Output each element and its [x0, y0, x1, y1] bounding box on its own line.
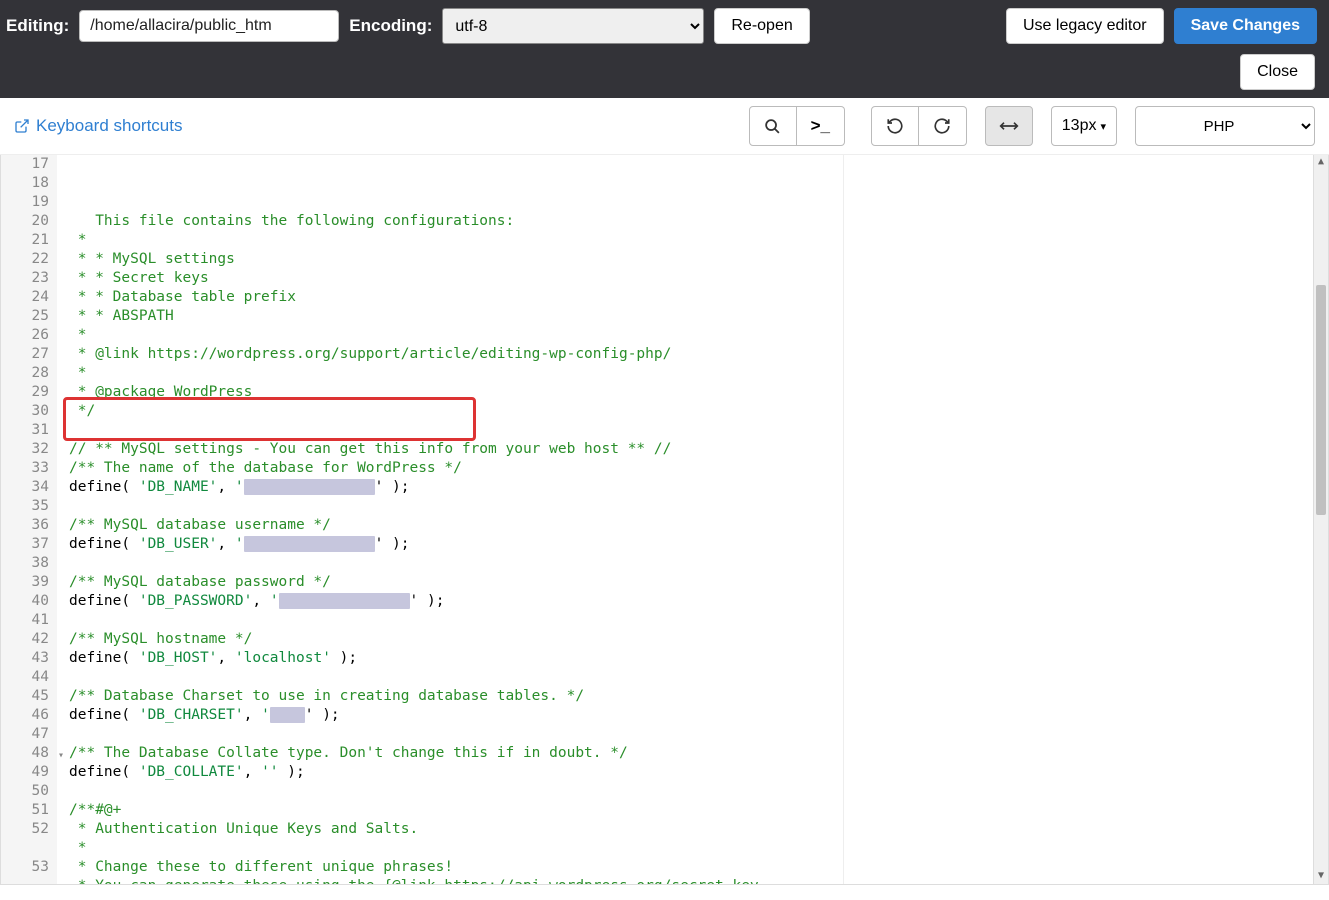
fontsize-label: 13px: [1062, 117, 1097, 135]
chevron-down-icon: ▾: [1100, 120, 1106, 133]
encoding-select[interactable]: utf-8: [442, 8, 704, 44]
fontsize-button[interactable]: 13px ▾: [1051, 106, 1117, 146]
undo-icon: [886, 117, 904, 135]
scroll-thumb[interactable]: [1316, 285, 1326, 515]
file-path-input[interactable]: [79, 10, 339, 42]
close-button[interactable]: Close: [1240, 54, 1315, 90]
redo-icon: [933, 117, 951, 135]
scroll-down-arrow[interactable]: ▼: [1314, 869, 1328, 884]
wrap-icon: [999, 119, 1019, 133]
wrap-toggle-button[interactable]: [985, 106, 1033, 146]
editor-toolbar: Keyboard shortcuts >_ 13px ▾ PHP: [0, 98, 1329, 155]
code-editor[interactable]: 1718192021222324252627282930313233343536…: [0, 155, 1329, 885]
terminal-button[interactable]: >_: [797, 106, 845, 146]
encoding-label: Encoding:: [349, 16, 432, 36]
external-link-icon: [14, 118, 30, 134]
keyboard-shortcuts-label: Keyboard shortcuts: [36, 116, 182, 136]
undo-button[interactable]: [871, 106, 919, 146]
search-icon: [764, 118, 781, 135]
save-changes-button[interactable]: Save Changes: [1174, 8, 1317, 44]
search-button[interactable]: [749, 106, 797, 146]
keyboard-shortcuts-link[interactable]: Keyboard shortcuts: [14, 116, 182, 136]
code-area[interactable]: This file contains the following configu…: [57, 155, 1328, 884]
legacy-editor-button[interactable]: Use legacy editor: [1006, 8, 1164, 44]
print-margin: [843, 155, 844, 884]
terminal-icon: >_: [811, 116, 830, 136]
line-gutter: 1718192021222324252627282930313233343536…: [1, 155, 57, 884]
scroll-up-arrow[interactable]: ▲: [1314, 155, 1328, 170]
editor-header: Editing: Encoding: utf-8 Re-open Use leg…: [0, 0, 1329, 98]
reopen-button[interactable]: Re-open: [714, 8, 809, 44]
vertical-scrollbar[interactable]: ▲ ▼: [1313, 155, 1328, 884]
redo-button[interactable]: [919, 106, 967, 146]
editing-label: Editing:: [6, 16, 69, 36]
language-select[interactable]: PHP: [1135, 106, 1315, 146]
